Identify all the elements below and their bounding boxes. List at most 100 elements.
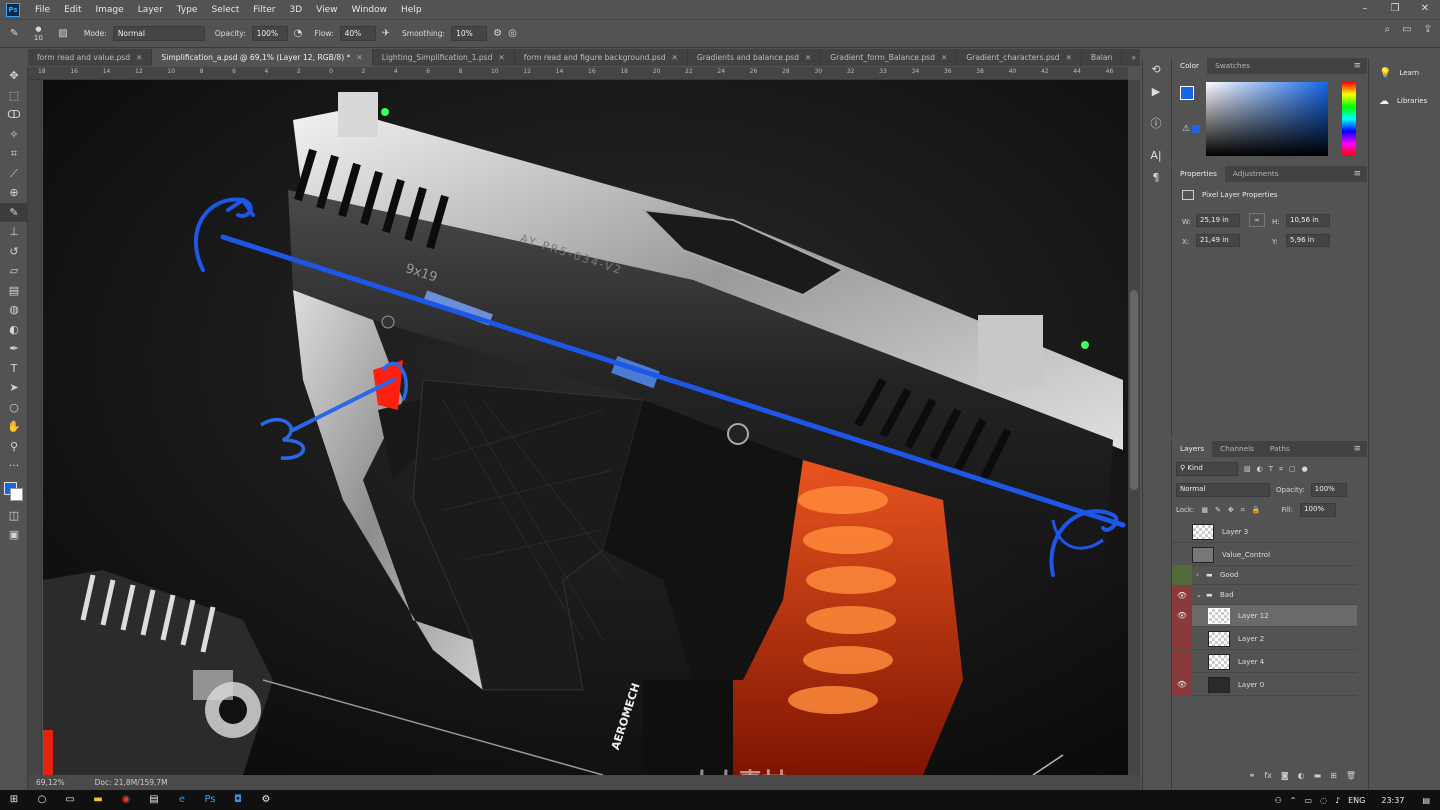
eraser-tool-icon[interactable]: ▱ <box>0 261 28 281</box>
filter-shape-icon[interactable]: ⌗ <box>1279 465 1283 474</box>
menu-window[interactable]: Window <box>345 5 395 15</box>
app-icon[interactable]: ▤ <box>140 790 168 810</box>
blend-mode-select[interactable]: Normal <box>1176 483 1270 497</box>
visibility-toggle[interactable] <box>1172 564 1192 585</box>
menu-3d[interactable]: 3D <box>283 5 310 15</box>
task-view-icon[interactable]: ▭ <box>56 790 84 810</box>
visibility-eye-icon[interactable]: 👁 <box>1172 673 1192 696</box>
airbrush-icon[interactable]: ✈ <box>382 28 390 39</box>
tab-gradients-and-balance[interactable]: Gradients and balance.psd ✕ <box>688 49 822 66</box>
layer-row-layer-3[interactable]: Layer 3 <box>1172 521 1357 543</box>
color-swatches-icon[interactable] <box>0 476 28 506</box>
filter-adjustment-icon[interactable]: ◐ <box>1257 465 1263 473</box>
hue-slider[interactable] <box>1342 82 1356 156</box>
crop-tool-icon[interactable]: ⌗ <box>0 144 28 164</box>
workspace-icon[interactable]: ▭ <box>1402 24 1411 35</box>
filter-pixel-icon[interactable]: ▨ <box>1244 465 1251 473</box>
libraries-button[interactable]: ☁ Libraries <box>1369 90 1440 112</box>
panel-menu-icon[interactable]: ≡ <box>1353 58 1361 74</box>
layer-row-layer-12[interactable]: 👁 Layer 12 <box>1172 604 1357 627</box>
learn-button[interactable]: 💡 Learn <box>1369 62 1440 84</box>
x-field[interactable]: 21,49 in <box>1196 234 1240 247</box>
gradient-tool-icon[interactable]: ▤ <box>0 281 28 301</box>
document-canvas[interactable]: AY PR5-034-V2 9x19 AEROMECH <box>43 80 1128 775</box>
visibility-eye-icon[interactable]: 👁 <box>1172 604 1192 627</box>
height-field[interactable]: 10,56 in <box>1286 214 1330 227</box>
web-safe-swatch[interactable] <box>1192 125 1200 133</box>
magic-wand-tool-icon[interactable]: ✧ <box>0 125 28 145</box>
layer-row-layer-2[interactable]: Layer 2 <box>1172 627 1357 650</box>
tab-layers[interactable]: Layers <box>1172 441 1213 457</box>
chevron-right-icon[interactable]: › <box>1196 571 1206 579</box>
visibility-toggle[interactable] <box>1172 650 1192 673</box>
smoothing-gear-icon[interactable]: ⚙ <box>493 28 502 39</box>
app-icon-blue[interactable]: ◘ <box>224 790 252 810</box>
more-tools-icon[interactable]: ··· <box>0 456 28 476</box>
history-brush-tool-icon[interactable]: ↺ <box>0 242 28 262</box>
close-icon[interactable]: ✕ <box>356 49 362 66</box>
marquee-tool-icon[interactable]: ⬚ <box>0 86 28 106</box>
windows-start-icon[interactable]: ⊞ <box>0 790 28 810</box>
menu-filter[interactable]: Filter <box>246 5 282 15</box>
people-icon[interactable]: ⚇ <box>1275 796 1282 805</box>
lock-pixels-icon[interactable]: ✎ <box>1215 506 1221 514</box>
visibility-eye-icon[interactable]: 👁 <box>1172 584 1192 605</box>
link-dimensions-icon[interactable]: ∞ <box>1249 213 1265 227</box>
photoshop-taskbar-icon[interactable]: Ps <box>196 790 224 810</box>
brush-preset-icon[interactable]: ● 10 <box>24 25 52 43</box>
app-icon-settings[interactable]: ⚙ <box>252 790 280 810</box>
notifications-icon[interactable]: ▤ <box>1422 796 1430 805</box>
flow-field[interactable]: 40% <box>339 26 376 41</box>
link-layers-icon[interactable]: ⚭ <box>1249 771 1256 787</box>
tab-channels[interactable]: Channels <box>1212 441 1262 457</box>
close-icon[interactable]: ✕ <box>136 49 142 66</box>
new-layer-icon[interactable]: ⊞ <box>1330 771 1337 787</box>
menu-image[interactable]: Image <box>89 5 131 15</box>
visibility-toggle[interactable] <box>1172 544 1192 566</box>
delete-layer-icon[interactable]: 🗑 <box>1346 771 1356 787</box>
path-selection-tool-icon[interactable]: ➤ <box>0 378 28 398</box>
layer-kind-filter[interactable]: ⚲ Kind <box>1176 462 1238 476</box>
info-icon[interactable]: ⓘ <box>1143 114 1169 134</box>
layer-row-layer-4[interactable]: Layer 4 <box>1172 650 1357 673</box>
scrollbar-thumb[interactable] <box>1130 290 1138 490</box>
width-field[interactable]: 25,19 in <box>1196 214 1240 227</box>
edge-icon[interactable]: e <box>168 790 196 810</box>
filter-type-icon[interactable]: T <box>1269 465 1273 473</box>
tab-form-read-and-value[interactable]: form read and value.psd ✕ <box>28 49 153 66</box>
menu-type[interactable]: Type <box>170 5 205 15</box>
brush-settings-icon[interactable]: ▨ <box>58 28 67 39</box>
search-icon[interactable]: ⌕ <box>1385 24 1391 35</box>
minimize-icon[interactable]: – <box>1350 0 1380 19</box>
lock-all-icon[interactable]: 🔒 <box>1252 506 1261 514</box>
search-icon[interactable]: ○ <box>28 790 56 810</box>
actions-play-icon[interactable]: ▶ <box>1143 82 1169 102</box>
tab-properties[interactable]: Properties <box>1172 166 1225 182</box>
opacity-field[interactable]: 100% <box>251 26 288 41</box>
history-icon[interactable]: ⟲ <box>1143 60 1169 80</box>
type-tool-icon[interactable]: T <box>0 359 28 379</box>
tab-simplification-a[interactable]: Simplification_a.psd @ 69,1% (Layer 12, … <box>152 49 373 66</box>
close-icon[interactable]: ✕ <box>1410 0 1440 19</box>
character-icon[interactable]: A| <box>1143 146 1169 166</box>
move-tool-icon[interactable]: ✥ <box>0 66 28 86</box>
add-mask-icon[interactable]: ◙ <box>1281 771 1289 787</box>
blur-tool-icon[interactable]: ◍ <box>0 300 28 320</box>
paragraph-icon[interactable]: ¶ <box>1143 168 1169 188</box>
close-icon[interactable]: ✕ <box>1066 49 1072 66</box>
lock-artboard-icon[interactable]: ⌗ <box>1241 506 1245 515</box>
close-icon[interactable]: ✕ <box>805 49 811 66</box>
layer-opacity-field[interactable]: 100% <box>1310 483 1347 497</box>
panel-menu-icon[interactable]: ≡ <box>1353 441 1361 457</box>
tab-lighting-simplification[interactable]: Lighting_Simplification_1.psd ✕ <box>373 49 515 66</box>
visibility-toggle[interactable] <box>1172 627 1192 650</box>
chrome-icon[interactable]: ◉ <box>112 790 140 810</box>
pressure-size-icon[interactable]: ◎ <box>508 28 517 39</box>
volume-icon[interactable]: ♪ <box>1335 796 1340 805</box>
healing-brush-tool-icon[interactable]: ⊕ <box>0 183 28 203</box>
filter-toggle-icon[interactable]: ● <box>1302 465 1308 473</box>
layer-row-value-control[interactable]: Value_Control <box>1172 544 1357 566</box>
foreground-color-swatch[interactable] <box>1180 86 1194 100</box>
tray-chevron-icon[interactable]: ⌃ <box>1290 796 1297 805</box>
chevron-down-icon[interactable]: ⌄ <box>1196 591 1206 599</box>
